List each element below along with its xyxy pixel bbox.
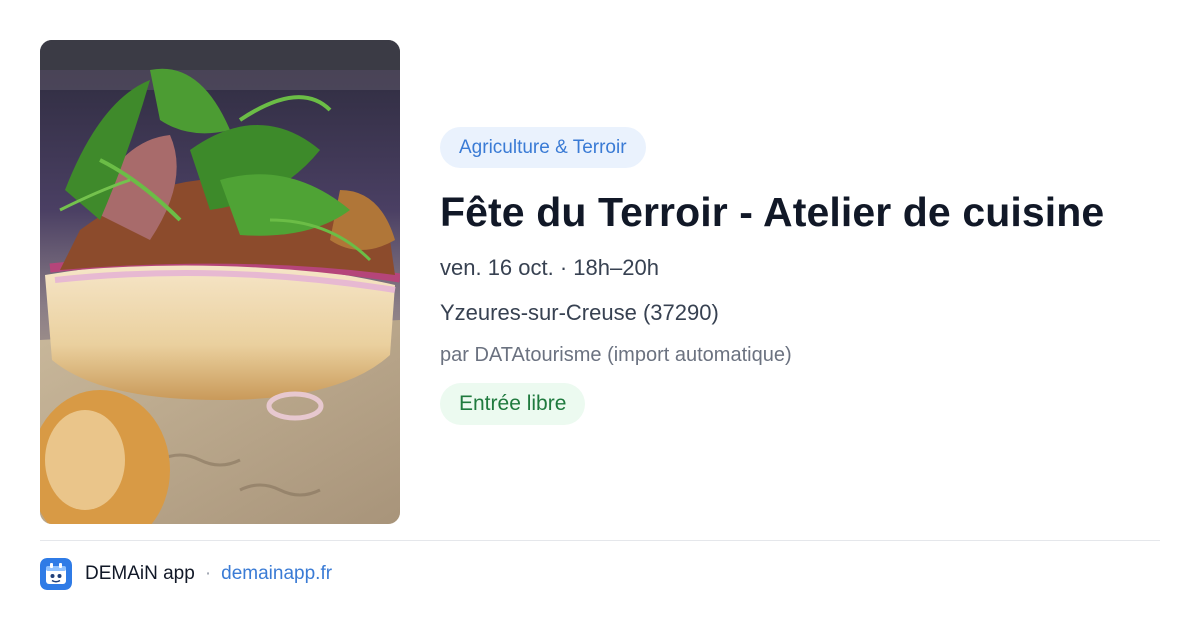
- sandwich-photo: [40, 40, 400, 524]
- event-location: Yzeures-sur-Creuse (37290): [440, 300, 719, 325]
- event-organizer: par DATAtourisme (import automatique): [440, 344, 792, 366]
- event-title[interactable]: Fête du Terroir - Atelier de cuisine: [440, 188, 1160, 236]
- event-info: Agriculture & Terroir Fête du Terroir - …: [440, 127, 1160, 425]
- footer-divider: [40, 540, 1160, 541]
- footer-separator: ·: [204, 563, 212, 584]
- app-name: DEMAiN app: [85, 563, 195, 584]
- demain-app-logo-icon[interactable]: [40, 558, 72, 590]
- footer: DEMAiN app · demainapp.fr: [40, 558, 332, 590]
- app-website-link[interactable]: demainapp.fr: [221, 563, 332, 585]
- event-datetime: ven. 16 oct. · 18h–20h: [440, 255, 659, 280]
- event-share-card: Agriculture & Terroir Fête du Terroir - …: [0, 0, 1200, 630]
- price-badge: Entrée libre: [440, 383, 586, 425]
- event-image[interactable]: [40, 40, 400, 524]
- category-badge[interactable]: Agriculture & Terroir: [440, 127, 646, 168]
